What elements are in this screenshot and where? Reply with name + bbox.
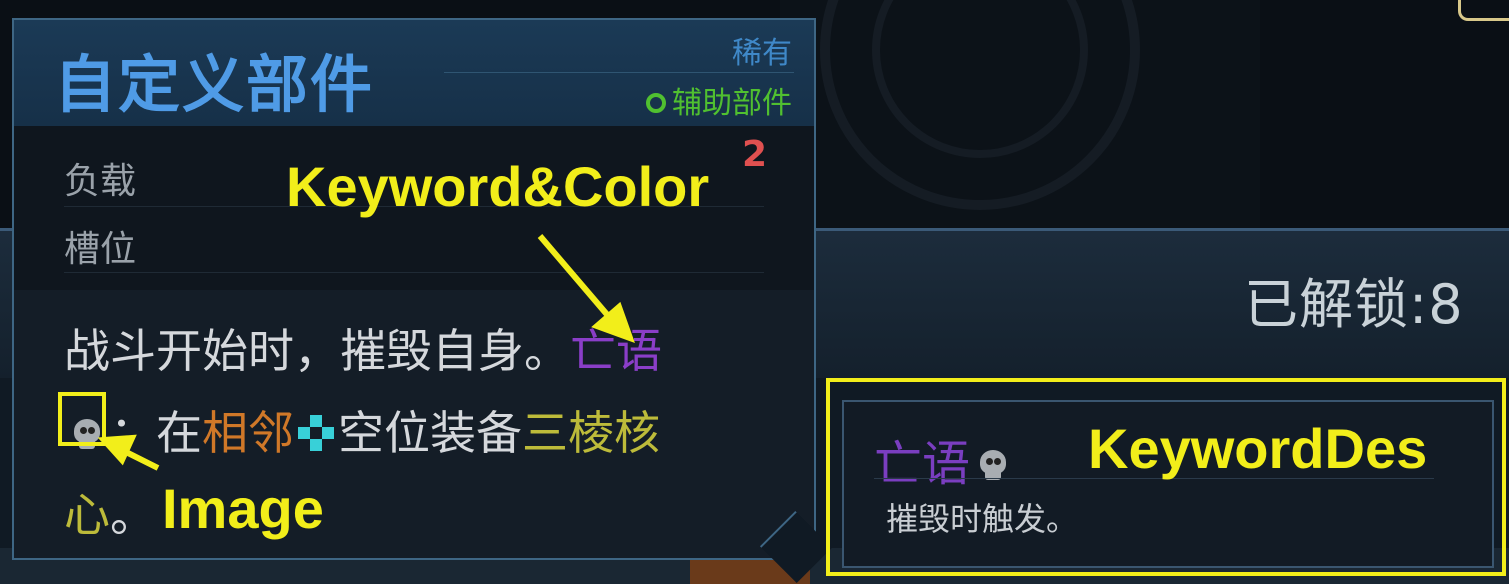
part-tooltip: 自定义部件 稀有 辅助部件 负载 槽位 2 战斗开始时，摧毁自身。亡语 ：在相邻… — [12, 18, 816, 560]
keyword-adjacent: 相邻 — [202, 406, 294, 460]
desc-text: 。 — [110, 488, 156, 542]
corner-frame — [1458, 0, 1509, 21]
unlocked-label: 已解锁: — [1244, 273, 1429, 336]
desc-text: 战斗开始时，摧毁自身。 — [64, 324, 570, 378]
desc-text: ：在 — [110, 406, 202, 460]
stat-label-slot: 槽位 — [64, 229, 137, 270]
keyword-core: 三棱核 — [522, 406, 660, 460]
annotation-image-box — [58, 392, 106, 446]
stat-divider — [64, 272, 764, 273]
unlocked-value: 8 — [1428, 273, 1464, 336]
keyword-core-cont: 心 — [64, 488, 110, 542]
gear-icon — [646, 92, 666, 113]
rarity-label: 稀有 — [732, 36, 792, 71]
tooltip-header: 自定义部件 稀有 辅助部件 — [14, 20, 814, 128]
stat-value: 2 — [742, 134, 768, 175]
header-divider — [444, 72, 794, 73]
annotation-keyword-color: Keyword&Color — [286, 155, 710, 218]
keyword-deathrattle[interactable]: 亡语 — [570, 324, 662, 378]
part-type-label: 辅助部件 — [672, 86, 792, 121]
part-type: 辅助部件 — [646, 78, 792, 122]
annotation-image: Image — [162, 477, 324, 540]
stat-label-load: 负载 — [64, 161, 137, 202]
part-title: 自定义部件 — [54, 48, 375, 121]
adjacent-cross-icon — [296, 413, 336, 453]
unlocked-counter: 已解锁:8 — [1244, 260, 1464, 339]
desc-text: 空位装备 — [338, 406, 522, 460]
annotation-keyword-des: KeywordDes — [1088, 417, 1428, 480]
